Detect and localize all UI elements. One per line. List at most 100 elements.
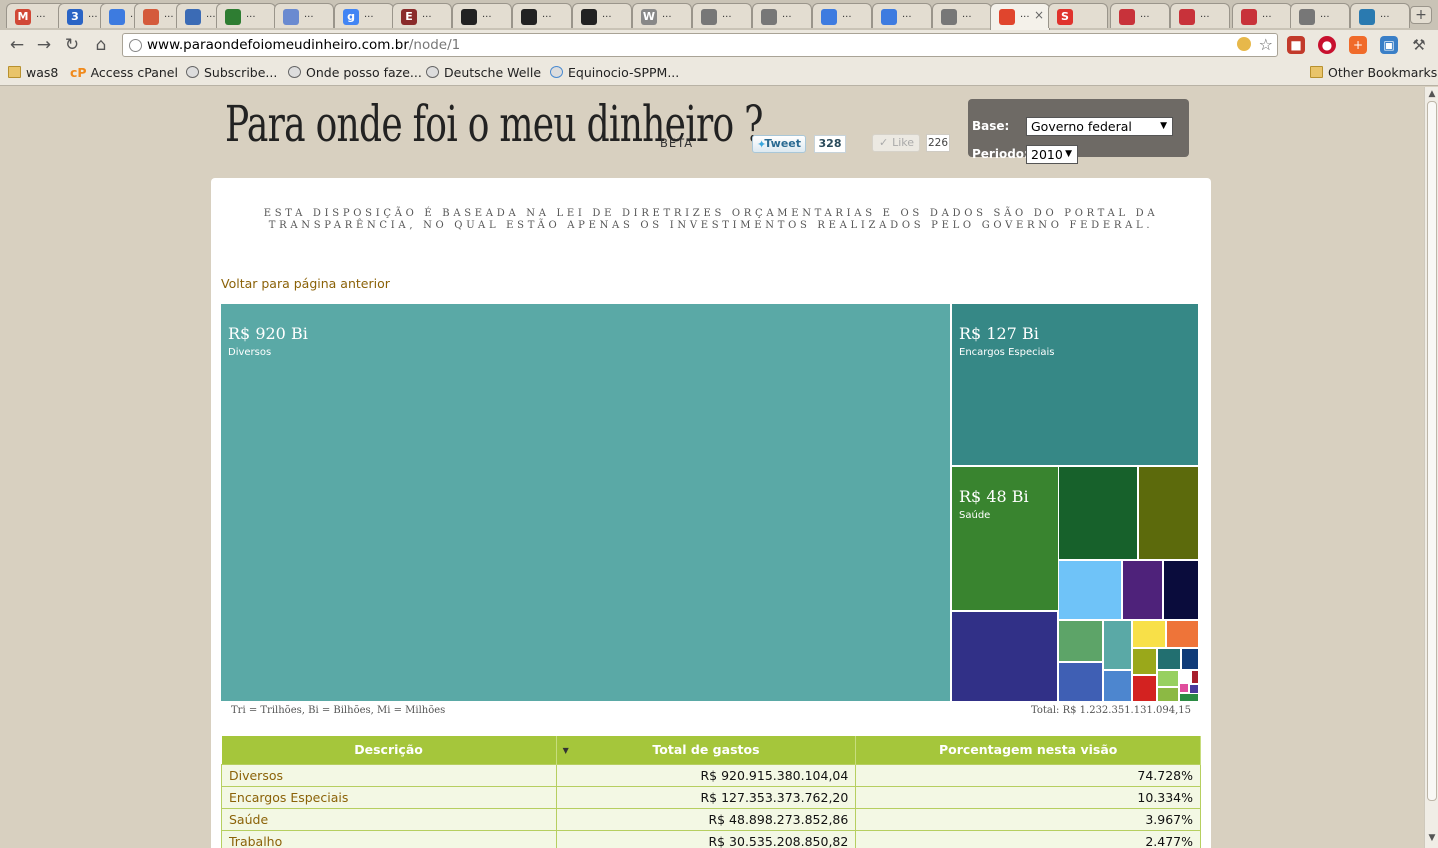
github-icon [461,9,477,25]
bookmark-deutsche-welle[interactable]: Deutsche Welle [426,65,541,80]
bookmark-cpanel[interactable]: cP Access cPanel [70,65,178,80]
bookmark-subscribe[interactable]: Subscribe... [186,65,277,80]
browser-tab[interactable]: ... [274,3,334,28]
tab-title: ... [602,9,612,20]
treemap-cell[interactable] [1133,649,1156,674]
other-bookmarks[interactable]: Other Bookmarks [1310,65,1437,80]
scroll-up-icon[interactable]: ▲ [1427,89,1437,99]
browser-tab[interactable]: ... [1232,3,1292,28]
treemap-cell[interactable] [1133,621,1165,647]
column-header-percentage[interactable]: Porcentagem nesta visão [855,736,1201,764]
globe-icon [761,9,777,25]
extension-plus-icon[interactable]: + [1349,36,1367,54]
treemap-cell[interactable] [1059,467,1137,559]
treemap-cell[interactable] [1059,621,1102,661]
wordpress-icon: W [641,9,657,25]
extension-stop-icon[interactable]: ● [1318,36,1336,54]
browser-tab[interactable]: ... [752,3,812,28]
checkmark-icon [1119,9,1135,25]
period-select[interactable]: 2010 ▼ [1026,145,1078,164]
new-tab-button[interactable]: + [1410,6,1432,24]
treemap-cell[interactable] [1123,561,1162,619]
row-description-link[interactable]: Trabalho [221,829,557,848]
bookmark-was8[interactable]: was8 [8,65,58,80]
browser-tab[interactable]: S [1048,3,1108,28]
treemap-cell[interactable] [1190,685,1198,693]
browser-tab[interactable]: ... [1290,3,1350,28]
address-bar[interactable]: www.paraondefoiomeudinheiro.com.br/node/… [122,33,1278,57]
tab-title: ... [722,9,732,20]
extension-screenshot-icon[interactable]: ▣ [1380,36,1398,54]
treemap-cell[interactable] [1180,684,1188,692]
browser-tab[interactable]: ... [812,3,872,28]
browser-tab[interactable]: ... [1350,3,1410,28]
treemap-cell[interactable] [1164,561,1198,619]
tab-title: ... [842,9,852,20]
back-arrow-icon[interactable]: ← [6,34,28,56]
extension-sofa-icon[interactable]: ■ [1287,36,1305,54]
treemap-cell[interactable] [1104,671,1131,701]
wrench-icon[interactable]: ⚒ [1410,36,1428,54]
tab-title: ... [902,9,912,20]
bookmark-onde-posso[interactable]: Onde posso faze... [288,65,422,80]
browser-tab[interactable]: ... [1170,3,1230,28]
treemap-cell[interactable] [1139,467,1198,559]
forward-arrow-icon[interactable]: → [33,34,55,56]
bookmark-star-icon[interactable]: ☆ [1259,35,1273,54]
treemap-cell[interactable] [1158,671,1178,686]
treemap-cell[interactable] [1192,671,1198,683]
browser-tab[interactable]: ... [1110,3,1170,28]
sort-down-icon: ▼ [562,746,569,755]
vertical-scrollbar[interactable]: ▲ ▼ [1424,87,1438,848]
row-description-link[interactable]: Diversos [221,763,557,787]
cookie-icon[interactable] [1237,37,1251,51]
row-description-link[interactable]: Encargos Especiais [221,785,557,809]
treemap-cell[interactable] [1059,561,1121,619]
browser-tab[interactable]: E... [392,3,452,28]
globe-icon [701,9,717,25]
browser-tab[interactable]: ... [452,3,512,28]
browser-tab[interactable]: W... [632,3,692,28]
treemap-cell[interactable] [1180,694,1198,701]
tweet-button[interactable]: ✦ Tweet [752,135,806,153]
treemap-cell[interactable]: R$ 127 Bi Encargos Especiais [952,304,1198,465]
treemap-cell[interactable] [1158,649,1180,669]
treemap-cell[interactable] [1167,621,1198,647]
treemap-cell[interactable] [1059,663,1102,701]
browser-tab[interactable]: ... [872,3,932,28]
browser-tab[interactable]: M... [6,3,66,28]
browser-tab[interactable]: g... [334,3,394,28]
scroll-down-icon[interactable]: ▼ [1427,833,1437,843]
browser-tab[interactable]: ... [572,3,632,28]
browser-tab[interactable]: ... [692,3,752,28]
column-header-total[interactable]: ▼ Total de gastos [556,736,857,764]
back-link[interactable]: Voltar para página anterior [221,276,390,291]
treemap-cell[interactable] [1182,649,1198,669]
globe-icon [1299,9,1315,25]
row-description-link[interactable]: Saúde [221,807,557,831]
treemap-cell[interactable]: R$ 920 Bi Diversos [221,304,950,701]
treemap-cell[interactable] [1104,621,1131,669]
treemap-cell[interactable] [1133,676,1156,701]
treemap-cell-value: R$ 127 Bi [959,324,1039,343]
reload-icon[interactable]: ↻ [61,34,83,56]
treemap-cell[interactable] [952,612,1057,701]
treemap-cell[interactable]: R$ 48 Bi Saúde [952,467,1058,610]
dropdown-caret-icon: ▼ [1065,149,1072,159]
home-icon[interactable]: ⌂ [90,34,112,56]
page-globe-icon [129,39,142,52]
column-header-description[interactable]: Descrição [221,736,557,764]
spending-table: Descrição ▼ Total de gastos Porcentagem n… [221,736,1201,848]
base-select[interactable]: Governo federal ▼ [1026,117,1173,136]
bookmark-equinocio[interactable]: Equinocio-SPPM... [550,65,679,80]
browser-tab[interactable]: ... × [990,3,1050,30]
browser-tab[interactable]: ... [512,3,572,28]
browser-tab[interactable]: ... [932,3,992,28]
calendar-icon: 3 [67,9,83,25]
close-tab-icon[interactable]: × [1034,8,1044,22]
treemap-cell[interactable] [1158,688,1178,701]
browser-tab[interactable]: ... [216,3,276,28]
spending-treemap: R$ 920 Bi Diversos R$ 127 Bi Encargos Espec… [221,304,1199,701]
like-button[interactable]: ✓ Like [872,134,920,152]
scrollbar-thumb[interactable] [1427,101,1437,801]
